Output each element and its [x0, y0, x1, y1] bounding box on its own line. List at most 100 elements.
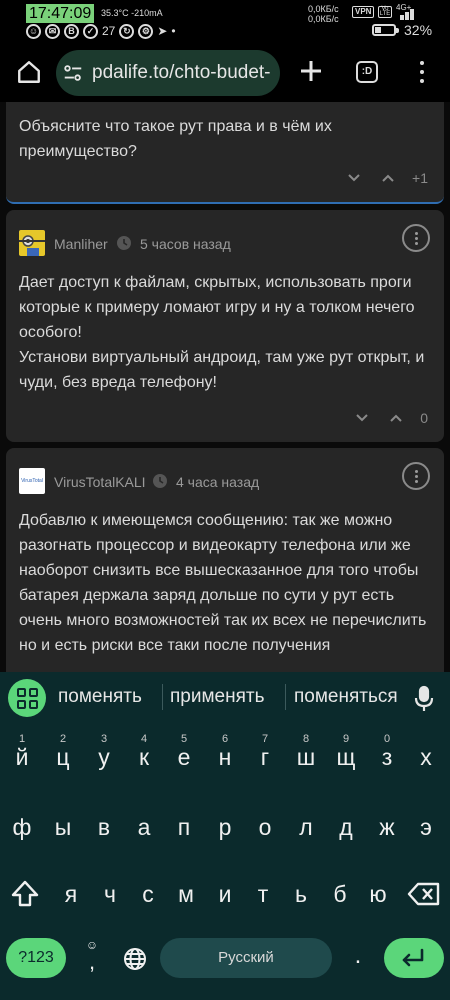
key[interactable]: 3у [84, 732, 124, 782]
status-bar: 17:47:09 35.3°C -210mA ☺ ✉ В ✓ 27 ↻ ⚙ ➤ … [0, 0, 450, 44]
key[interactable]: р [205, 802, 245, 852]
smiley-icon: ☺ [26, 23, 41, 39]
key-row-1: 1й 2ц 3у 4к 5е 6н 7г 8ш 9щ 0з х [0, 732, 450, 788]
enter-key[interactable] [384, 938, 444, 978]
browser-toolbar: pdalife.to/chto-budet- :D [0, 44, 450, 102]
key[interactable]: х [406, 732, 446, 782]
key[interactable]: 9щ [326, 732, 366, 782]
chevron-down-icon[interactable] [344, 171, 364, 185]
vote-count: 0 [420, 410, 428, 426]
message-icon: ✉ [45, 23, 60, 39]
key[interactable]: ю [358, 869, 398, 919]
vk-icon: В [64, 23, 79, 39]
key-row-bottom: ?123 ☺ , Русский . [0, 936, 450, 986]
enter-icon [402, 948, 424, 967]
backspace-icon[interactable] [406, 877, 442, 911]
suggestion-1[interactable]: поменять [58, 686, 142, 708]
mic-icon[interactable] [414, 685, 434, 713]
key[interactable]: о [245, 802, 285, 852]
key[interactable]: э [406, 802, 446, 852]
key[interactable]: л [286, 802, 326, 852]
key[interactable]: 5е [164, 732, 204, 782]
clock-icon [153, 474, 167, 488]
key-row-2: ф ы в а п р о л д ж э [0, 802, 450, 858]
tune-icon[interactable] [62, 62, 84, 84]
status-time: 17:47:09 [26, 4, 95, 23]
notification-count: 27 [102, 24, 116, 38]
globe-icon[interactable] [122, 946, 148, 972]
key[interactable]: ь [281, 869, 321, 919]
key[interactable]: ж [367, 802, 407, 852]
key[interactable]: ф [2, 802, 42, 852]
battery-percent: 32% [404, 22, 433, 38]
shield-icon: ✓ [83, 23, 98, 39]
period-key[interactable]: . [348, 938, 368, 978]
notification-icons: ☺ ✉ В ✓ 27 ↻ ⚙ ➤ • [26, 22, 176, 40]
telegram-icon: ➤ [157, 24, 168, 38]
more-vert-icon[interactable] [412, 58, 432, 86]
more-vert-icon[interactable] [402, 462, 430, 490]
url-text[interactable]: pdalife.to/chto-budet- [92, 62, 271, 84]
key[interactable]: я [51, 869, 91, 919]
network-speed: 0,0КБ/с 0,0КБ/с [308, 4, 339, 24]
divider [162, 684, 163, 710]
comments-list[interactable]: Объясните что такое рут права и в чём их… [0, 102, 450, 672]
comment-text-line: Установи виртуальный андроид, там уже ру… [19, 349, 425, 391]
tabs-button[interactable]: :D [356, 61, 378, 83]
plus-icon[interactable] [296, 56, 326, 86]
shift-icon[interactable] [8, 877, 42, 911]
key[interactable]: 1й [2, 732, 42, 782]
comment-text: Объясните что такое рут права и в чём их… [19, 118, 332, 160]
key[interactable]: с [128, 869, 168, 919]
more-vert-icon[interactable] [402, 224, 430, 252]
battery-icon [372, 24, 399, 36]
key[interactable]: 0з [367, 732, 407, 782]
key[interactable]: ы [43, 802, 83, 852]
key[interactable]: п [164, 802, 204, 852]
comment-text-line: Дает доступ к файлам, скрытых, использов… [19, 274, 415, 341]
suggestion-2[interactable]: применять [170, 686, 264, 708]
comment-author[interactable]: Manliher [54, 236, 108, 252]
avatar[interactable]: VirusTotal [19, 468, 45, 494]
chevron-up-icon[interactable] [386, 411, 406, 425]
key-row-3: я ч с м и т ь б ю [0, 869, 450, 925]
comment-votes: +1 [344, 170, 428, 186]
avatar-text: VirusTotal [21, 478, 43, 484]
keyboard: поменять применять поменяться 1й 2ц 3у 4… [0, 672, 450, 1000]
key[interactable]: 8ш [286, 732, 326, 782]
emoji-comma-key[interactable]: ☺ , [80, 938, 104, 980]
network-speed-up: 0,0КБ/с [308, 4, 339, 14]
signal-icon [396, 4, 416, 20]
vote-count: +1 [412, 170, 428, 186]
key[interactable]: д [326, 802, 366, 852]
key[interactable]: т [243, 869, 283, 919]
chevron-up-icon[interactable] [378, 171, 398, 185]
chevron-down-icon[interactable] [352, 411, 372, 425]
address-bar[interactable]: pdalife.to/chto-budet- [56, 50, 280, 96]
key[interactable]: а [124, 802, 164, 852]
status-temperature: 35.3°C -210mA [101, 8, 163, 18]
home-icon [18, 61, 40, 83]
symbols-key[interactable]: ?123 [6, 938, 66, 978]
key[interactable]: м [166, 869, 206, 919]
key[interactable]: в [84, 802, 124, 852]
suggestion-3[interactable]: поменяться [294, 686, 398, 708]
key[interactable]: ч [90, 869, 130, 919]
comment-card: Manliher 5 часов назад Дает доступ к фай… [6, 210, 444, 442]
key[interactable]: 6н [205, 732, 245, 782]
key[interactable]: и [205, 869, 245, 919]
comment-author[interactable]: VirusTotalKALI [54, 474, 146, 490]
network-speed-down: 0,0КБ/с [308, 14, 339, 24]
comment-text: Дает доступ к файлам, скрытых, использов… [19, 270, 429, 395]
comment-time: 5 часов назад [140, 236, 231, 252]
space-bar[interactable]: Русский [160, 938, 332, 978]
key[interactable]: 7г [245, 732, 285, 782]
key[interactable]: 4к [124, 732, 164, 782]
battery-level-fill [375, 27, 381, 33]
home-button[interactable] [12, 55, 46, 89]
key[interactable]: б [320, 869, 360, 919]
apps-grid-icon[interactable] [8, 679, 46, 717]
key[interactable]: 2ц [43, 732, 83, 782]
avatar[interactable] [19, 230, 45, 256]
vpn-badge: VPN [352, 6, 375, 18]
